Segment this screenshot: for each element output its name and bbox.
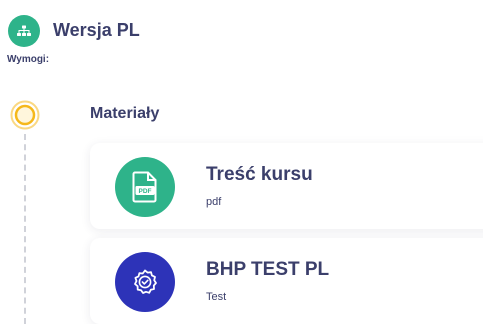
material-title: Treść kursu xyxy=(206,164,313,185)
material-card-test[interactable]: BHP TEST PL Test xyxy=(90,238,483,324)
material-type: pdf xyxy=(206,196,222,208)
timeline-node-icon xyxy=(10,100,40,130)
course-title: Wersja PL xyxy=(53,20,140,40)
badge-check-icon xyxy=(115,252,175,312)
pdf-icon-text: PDF xyxy=(139,188,152,195)
requirements-label: Wymogi: xyxy=(7,54,50,65)
timeline-line xyxy=(24,134,26,324)
sitemap-icon xyxy=(8,15,40,47)
section-title: Materiały xyxy=(90,105,160,122)
pdf-file-icon: PDF xyxy=(115,157,175,217)
material-type: Test xyxy=(206,291,227,303)
material-card-course-content[interactable]: PDF Treść kursu pdf xyxy=(90,143,483,229)
material-title: BHP TEST PL xyxy=(206,259,330,280)
